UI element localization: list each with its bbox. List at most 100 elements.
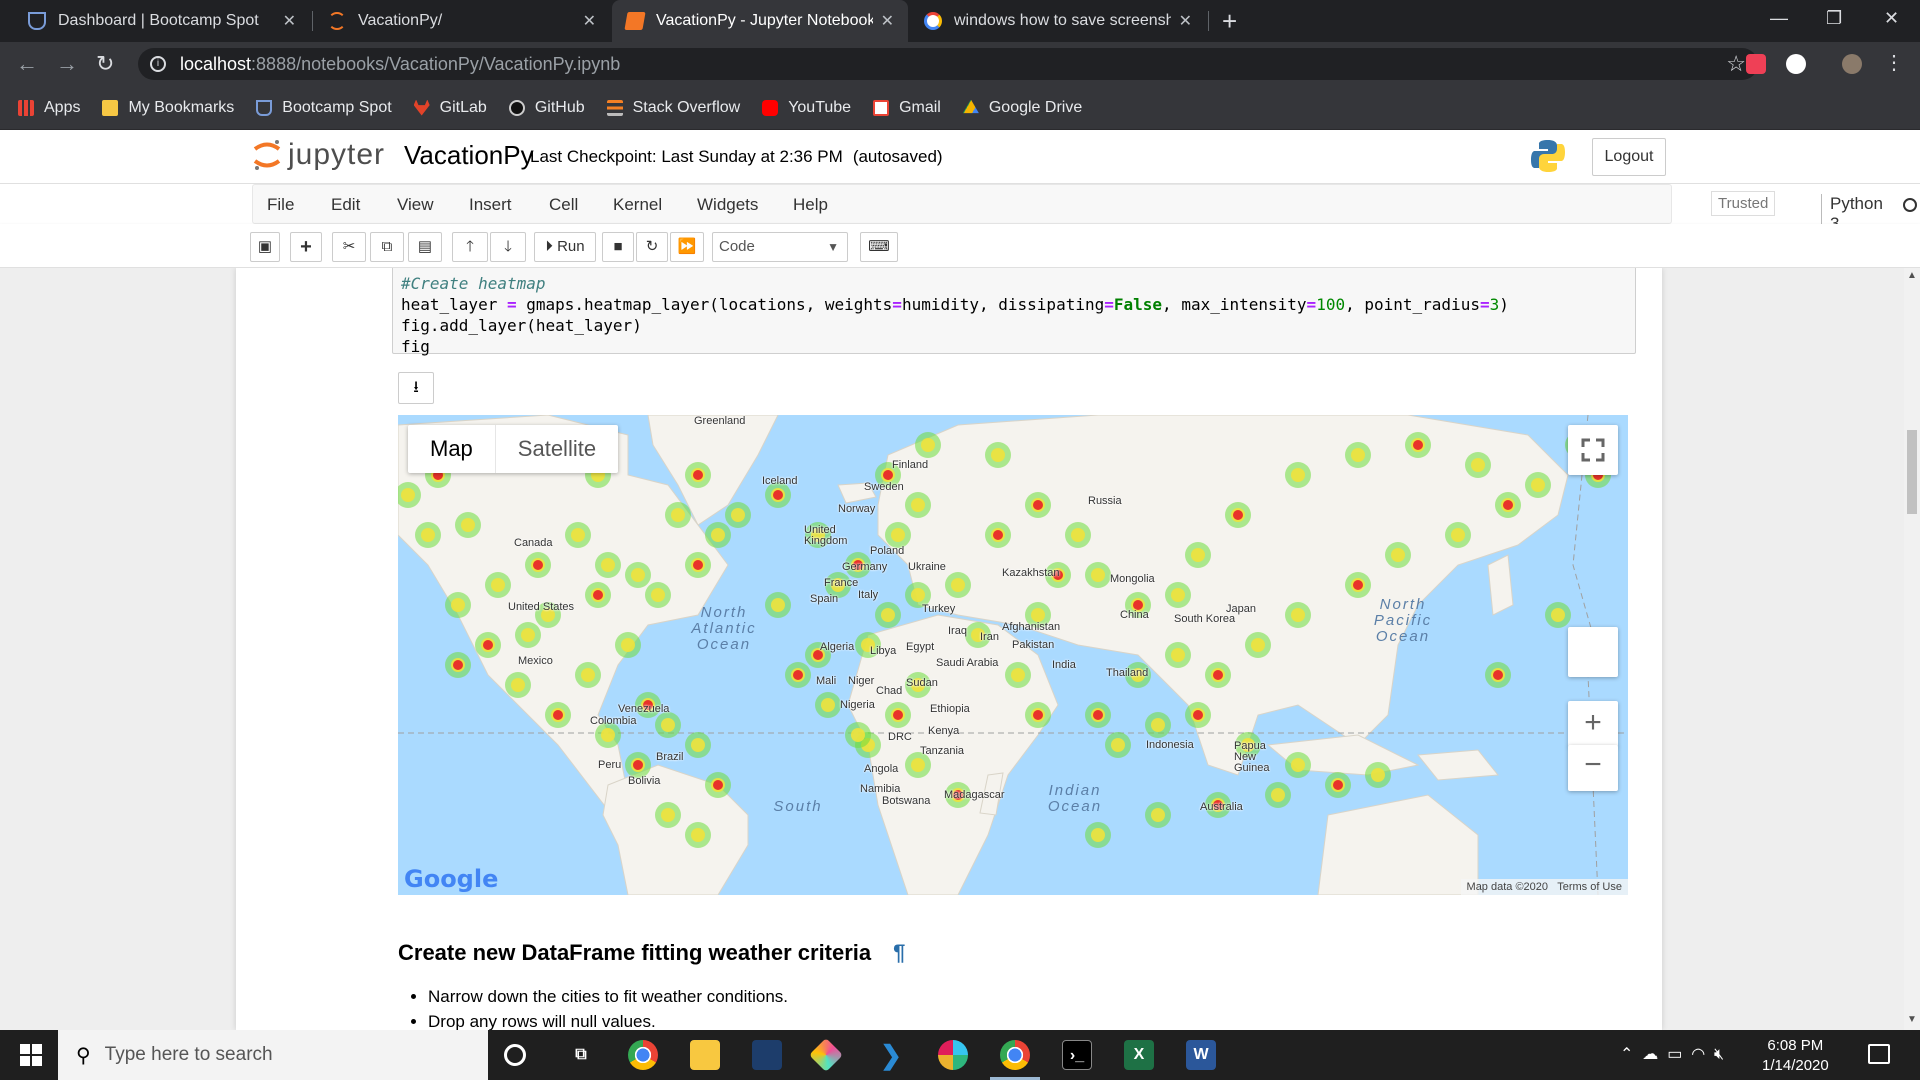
map-type-satellite-button[interactable]: Satellite bbox=[496, 425, 618, 473]
slack-icon[interactable] bbox=[938, 1040, 968, 1070]
scrollbar-thumb[interactable] bbox=[1907, 430, 1917, 514]
menu-kernel[interactable]: Kernel bbox=[613, 195, 662, 215]
close-window-icon[interactable]: ✕ bbox=[1884, 8, 1899, 29]
menu-file[interactable]: File bbox=[267, 195, 294, 215]
back-icon[interactable]: ← bbox=[16, 51, 38, 77]
restart-button[interactable]: ↻ bbox=[636, 232, 668, 262]
bookmark-gmail[interactable]: Gmail bbox=[873, 99, 941, 117]
jupyter-header: jupyter VacationPy Last Checkpoint: Last… bbox=[0, 130, 1920, 184]
bookmark-googledrive[interactable]: Google Drive bbox=[962, 99, 1082, 117]
close-icon[interactable]: ✕ bbox=[881, 11, 894, 31]
menu-icon[interactable]: ⋮ bbox=[1884, 50, 1904, 74]
minimize-icon[interactable]: — bbox=[1770, 8, 1788, 29]
bookmark-github[interactable]: GitHub bbox=[508, 99, 585, 117]
interrupt-button[interactable]: ■ bbox=[602, 232, 634, 262]
menu-help[interactable]: Help bbox=[793, 195, 828, 215]
bookmark-folder[interactable]: My Bookmarks bbox=[102, 99, 234, 117]
jupyter-logo[interactable]: jupyter bbox=[252, 138, 385, 172]
google-icon bbox=[924, 12, 942, 30]
heat-spot-core bbox=[593, 590, 603, 600]
word-icon[interactable]: W bbox=[1186, 1040, 1216, 1070]
map-label: Sudan bbox=[906, 677, 938, 689]
excel-icon[interactable]: X bbox=[1124, 1040, 1154, 1070]
forward-icon[interactable]: → bbox=[56, 51, 78, 77]
tab-divider bbox=[1208, 11, 1209, 31]
move-down-button[interactable]: 🡓 bbox=[490, 232, 526, 262]
gitlab-icon bbox=[413, 99, 430, 116]
cut-button[interactable]: ✂ bbox=[332, 232, 366, 262]
heatmap-map[interactable]: Greenland Iceland Finland Sweden Norway … bbox=[398, 415, 1628, 895]
restart-run-all-button[interactable]: ⏩ bbox=[670, 232, 704, 262]
download-button[interactable]: ⭳ bbox=[398, 372, 434, 404]
code-cell[interactable]: #Create heatmap heat_layer = gmaps.heatm… bbox=[392, 268, 1636, 356]
terms-link[interactable]: Terms of Use bbox=[1557, 881, 1622, 893]
trusted-indicator[interactable]: Trusted bbox=[1711, 191, 1776, 216]
close-icon[interactable]: ✕ bbox=[283, 11, 296, 31]
tab-google-search[interactable]: windows how to save screenshot ✕ bbox=[910, 0, 1206, 42]
map-type-map-button[interactable]: Map bbox=[408, 425, 496, 473]
address-bar[interactable]: i localhost :8888/notebooks/VacationPy/V… bbox=[138, 48, 1758, 80]
cortana-icon[interactable] bbox=[504, 1044, 526, 1066]
bookmark-youtube[interactable]: YouTube bbox=[762, 99, 851, 117]
tab-bootcamp[interactable]: Dashboard | Bootcamp Spot ✕ bbox=[14, 0, 310, 42]
paste-button[interactable]: ▤ bbox=[408, 232, 442, 262]
bookmark-apps[interactable]: Apps bbox=[18, 99, 80, 117]
run-button[interactable]: ⏵ Run bbox=[534, 232, 596, 262]
windows-start-icon[interactable] bbox=[20, 1044, 42, 1066]
pegman-control[interactable] bbox=[1568, 627, 1618, 677]
restore-icon[interactable]: ❐ bbox=[1826, 8, 1842, 29]
task-view-icon[interactable]: ⧉ bbox=[566, 1040, 596, 1070]
extension-icon[interactable] bbox=[1786, 54, 1806, 74]
menu-cell[interactable]: Cell bbox=[549, 195, 578, 215]
command-palette-button[interactable]: ⌨ bbox=[860, 232, 898, 262]
zoom-in-button[interactable]: + bbox=[1568, 701, 1618, 747]
zoom-out-button[interactable]: − bbox=[1568, 745, 1618, 791]
system-tray[interactable]: ⌃ ☁ ▭ ◠ 🔇︎ bbox=[1620, 1044, 1724, 1064]
reload-icon[interactable]: ↻ bbox=[96, 51, 114, 77]
cell-type-select[interactable]: Code ▼ bbox=[712, 232, 848, 262]
app-icon-blue[interactable] bbox=[752, 1040, 782, 1070]
scroll-up-icon[interactable]: ▲ bbox=[1907, 270, 1917, 281]
close-icon[interactable]: ✕ bbox=[583, 11, 596, 31]
pocket-extension-icon[interactable] bbox=[1746, 54, 1766, 74]
chrome-active-icon[interactable] bbox=[1000, 1040, 1030, 1070]
heat-spot bbox=[711, 528, 725, 542]
vscode-icon[interactable]: ❯ bbox=[876, 1040, 906, 1070]
bookmark-gitlab[interactable]: GitLab bbox=[413, 99, 487, 117]
star-icon[interactable]: ☆ bbox=[1726, 51, 1746, 77]
terminal-icon[interactable]: ›_ bbox=[1062, 1040, 1092, 1070]
chrome-app-icon[interactable] bbox=[628, 1040, 658, 1070]
fullscreen-button[interactable] bbox=[1568, 425, 1618, 475]
close-icon[interactable]: ✕ bbox=[1179, 11, 1192, 31]
heat-spot-core bbox=[1213, 670, 1223, 680]
anchor-link[interactable]: ¶ bbox=[893, 940, 905, 965]
scroll-down-icon[interactable]: ▼ bbox=[1907, 1014, 1917, 1025]
gitkraken-icon[interactable] bbox=[809, 1038, 843, 1072]
notebook-name[interactable]: VacationPy bbox=[404, 140, 534, 171]
info-icon[interactable]: i bbox=[150, 56, 166, 72]
move-up-button[interactable]: 🡑 bbox=[452, 232, 488, 262]
menu-view[interactable]: View bbox=[397, 195, 434, 215]
menu-widgets[interactable]: Widgets bbox=[697, 195, 758, 215]
notification-center-icon[interactable] bbox=[1868, 1044, 1890, 1064]
python-logo-icon bbox=[1531, 140, 1565, 172]
tab-vacationpy-notebook[interactable]: VacationPy - Jupyter Notebook ✕ bbox=[612, 0, 908, 42]
profile-avatar[interactable] bbox=[1842, 54, 1862, 74]
new-tab-icon[interactable]: + bbox=[1222, 6, 1237, 37]
menu-edit[interactable]: Edit bbox=[331, 195, 360, 215]
folder-icon bbox=[102, 99, 119, 116]
copy-button[interactable]: ⧉ bbox=[370, 232, 404, 262]
save-button[interactable]: ▣ bbox=[250, 232, 280, 262]
insert-cell-button[interactable]: + bbox=[290, 232, 322, 262]
bookmark-bootcamp[interactable]: Bootcamp Spot bbox=[256, 99, 392, 117]
tab-vacationpy-tree[interactable]: VacationPy/ ✕ bbox=[314, 0, 610, 42]
logout-button[interactable]: Logout bbox=[1592, 138, 1666, 176]
file-explorer-icon[interactable] bbox=[690, 1040, 720, 1070]
menu-insert[interactable]: Insert bbox=[469, 195, 512, 215]
system-clock[interactable]: 6:08 PM 1/14/2020 bbox=[1762, 1036, 1829, 1076]
map-label: Pakistan bbox=[1012, 639, 1055, 651]
bookmark-stackoverflow[interactable]: Stack Overflow bbox=[606, 99, 740, 117]
google-logo[interactable]: Google bbox=[404, 865, 498, 893]
vertical-scrollbar[interactable]: ▲ ▼ bbox=[1904, 268, 1920, 1030]
taskbar-search[interactable]: ⚲ Type here to search bbox=[58, 1030, 488, 1080]
